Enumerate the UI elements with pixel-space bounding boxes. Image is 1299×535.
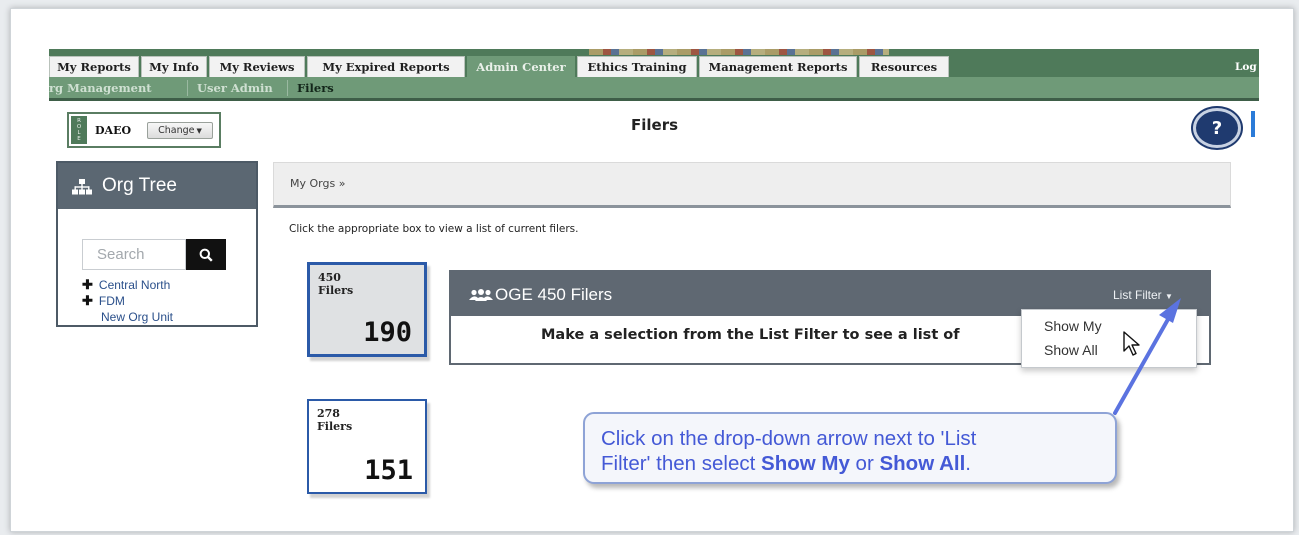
tab-my-reviews[interactable]: My Reviews (209, 56, 305, 77)
expand-plus-icon[interactable]: ✚ (82, 277, 93, 292)
tree-item-fdm[interactable]: ✚ FDM (82, 293, 125, 309)
org-tree-panel: Org Tree Search ✚ Central North ✚ FDM New … (56, 161, 258, 327)
filer-box-278[interactable]: 278 Filers 151 (307, 399, 427, 494)
role-name: DAEO (95, 124, 132, 137)
tab-ethics-training[interactable]: Ethics Training (577, 56, 697, 77)
header-banner-image (589, 49, 889, 55)
tab-my-reports[interactable]: My Reports (49, 56, 139, 77)
log-out-link[interactable]: Log Out (1235, 61, 1259, 73)
filer-count: 190 (363, 317, 412, 348)
instruction-callout: Click on the drop-down arrow next to 'Li… (583, 412, 1117, 484)
help-button[interactable]: ? (1193, 108, 1241, 148)
callout-line-1: Click on the drop-down arrow next to 'Li… (601, 427, 977, 450)
breadcrumb-my-orgs[interactable]: My Orgs » (290, 177, 345, 190)
users-icon (469, 289, 493, 301)
caret-down-icon: ▼ (196, 126, 202, 135)
tree-item-label: Central North (98, 278, 171, 292)
callout-show-all: Show All (879, 452, 966, 475)
tree-item-central-north[interactable]: ✚ Central North (82, 277, 170, 293)
sitemap-icon (72, 179, 92, 195)
subnav-filers[interactable]: Filers (297, 81, 334, 95)
callout-show-my: Show My (761, 452, 850, 475)
top-nav: My Reports My Info My Reviews My Expired… (49, 49, 1259, 77)
filer-box-label: 278 Filers (317, 407, 353, 433)
tab-management-reports[interactable]: Management Reports (699, 56, 857, 77)
filers-panel-title: OGE 450 Filers (495, 285, 613, 304)
filers-panel-message: Make a selection from the List Filter to… (541, 327, 960, 343)
callout-text-part: . (965, 452, 971, 475)
menu-item-show-my[interactable]: Show My (1044, 318, 1102, 334)
mouse-pointer-icon (1123, 331, 1140, 356)
search-button[interactable] (186, 239, 226, 270)
org-tree-header: Org Tree (58, 163, 256, 209)
change-role-button[interactable]: Change ▼ (147, 122, 213, 139)
filer-count: 151 (364, 455, 413, 486)
tab-admin-center[interactable]: Admin Center (467, 56, 575, 77)
filer-box-label: 450 Filers (318, 271, 354, 297)
question-mark-icon: ? (1211, 117, 1223, 139)
callout-text: Click on the drop-down arrow next to 'Li… (601, 426, 976, 476)
list-filter-menu: Show My Show All (1021, 309, 1197, 368)
org-search-input[interactable]: Search (82, 239, 186, 270)
role-strip-label: ROLE (71, 116, 87, 144)
tree-item-label: FDM (98, 294, 125, 308)
sub-nav: rg Management User Admin Filers (49, 77, 1259, 101)
caret-down-icon: ▼ (1165, 292, 1173, 301)
tree-item-new-org-unit[interactable]: New Org Unit (101, 310, 173, 324)
role-selector: ROLE DAEO Change ▼ (67, 112, 221, 148)
tab-my-expired-reports[interactable]: My Expired Reports (307, 56, 465, 77)
change-role-label: Change (158, 125, 195, 136)
filer-box-450[interactable]: 450 Filers 190 (307, 262, 427, 357)
page-title: Filers (631, 116, 679, 134)
search-icon (199, 248, 213, 262)
callout-text-part: or (849, 452, 880, 475)
menu-item-show-all[interactable]: Show All (1044, 342, 1098, 358)
expand-plus-icon[interactable]: ✚ (82, 293, 93, 308)
subnav-divider (187, 80, 188, 96)
tab-resources[interactable]: Resources (859, 56, 949, 77)
subnav-user-admin[interactable]: User Admin (197, 81, 273, 95)
app-window: My Reports My Info My Reviews My Expired… (10, 8, 1294, 532)
list-filter-dropdown[interactable]: List Filter ▼ (1113, 288, 1173, 302)
org-tree-title: Org Tree (102, 175, 177, 196)
callout-text-part: Filter' then select (601, 452, 762, 475)
subnav-divider (287, 80, 288, 96)
tab-my-info[interactable]: My Info (141, 56, 207, 77)
edge-accent-bar (1251, 111, 1255, 137)
subnav-org-management[interactable]: rg Management (49, 81, 152, 95)
list-filter-label: List Filter (1113, 288, 1162, 302)
instructions-text: Click the appropriate box to view a list… (289, 223, 579, 235)
breadcrumb: My Orgs » (273, 162, 1231, 208)
